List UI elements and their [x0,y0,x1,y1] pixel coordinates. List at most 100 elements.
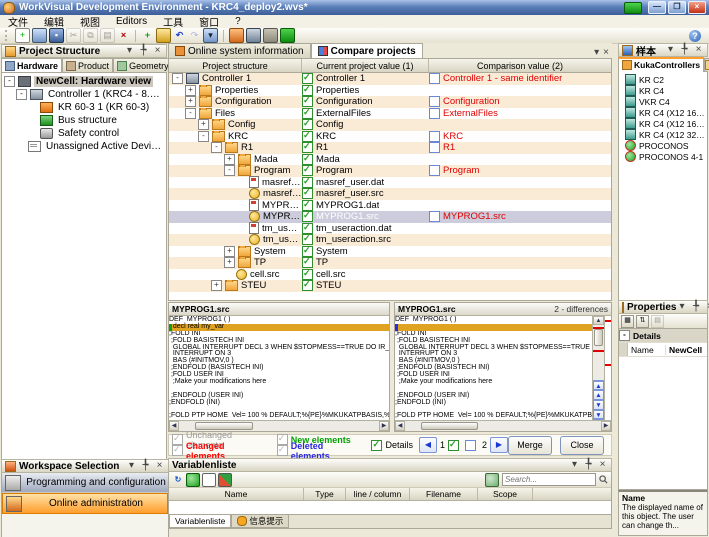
checkbox-checked-icon[interactable] [302,165,313,176]
table-row[interactable]: +System System [169,246,611,258]
menu-edit[interactable]: 编辑 [36,14,72,29]
scrollbar-thumb[interactable] [421,422,478,430]
menu-window[interactable]: 窗口 [191,14,227,29]
undo-icon[interactable]: ↶ [173,29,186,42]
chevron-down-icon[interactable]: ▾ [124,45,135,57]
run-icon[interactable] [186,473,200,487]
expand-icon[interactable]: + [224,257,235,268]
project2-checkbox[interactable] [465,440,476,451]
list-item[interactable]: KR C4 [619,85,707,96]
checkbox-unchecked-icon[interactable] [429,165,440,176]
table-row[interactable]: MYPROG1.dat MYPROG1.dat [169,200,611,212]
close-icon[interactable]: × [152,45,163,57]
checkbox-checked-icon[interactable] [302,280,313,291]
checkbox-checked-icon[interactable] [302,200,313,211]
checkbox-checked-icon[interactable] [302,119,313,130]
properties-group-row[interactable]: - Details [619,329,707,343]
open-project-icon[interactable] [32,28,47,43]
tab-compare-projects[interactable]: Compare projects [311,43,423,58]
expand-icon[interactable]: - [224,165,235,176]
paste-icon[interactable]: ▤ [100,28,115,43]
tab-other-catalog[interactable] [704,58,709,71]
tab-kukacontrollers[interactable]: KukaControllers [618,57,704,72]
tab-geometry[interactable]: Geometry [113,58,173,72]
expand-icon[interactable]: - [198,131,209,142]
expand-icon[interactable]: + [185,96,196,107]
tree-item-unassigned[interactable]: Unassigned Active Devices [2,140,166,153]
checkbox-checked-icon[interactable] [302,211,313,222]
chevron-down-icon[interactable]: ▾ [676,301,687,313]
scroll-right-icon[interactable]: ▶ [379,421,389,431]
pin-icon[interactable]: ╄ [679,44,690,56]
window-icon[interactable] [202,473,216,487]
checkbox-checked-icon[interactable] [302,234,313,245]
chevron-down-icon[interactable]: ▾ [665,44,676,56]
chevron-down-icon[interactable]: ▾ [594,47,599,58]
scrollbar-thumb[interactable] [594,329,603,345]
checkbox-checked-icon[interactable] [302,177,313,188]
table-row[interactable]: -Files ExternalFiles ExternalFiles [169,108,611,120]
property-row-name[interactable]: Name NewCell [619,343,707,357]
tree-item-robot[interactable]: KR 60-3 1 (KR 60-3) [2,101,166,114]
chevron-down-icon[interactable]: ▾ [126,460,137,472]
menu-editors[interactable]: Editors [108,16,155,27]
table-row[interactable]: tm_useraction.src tm_useraction.src [169,234,611,246]
restore-button[interactable]: ❐ [668,1,686,14]
checkbox-unchecked-icon[interactable] [429,108,440,119]
cut-icon[interactable]: ✂ [66,28,81,43]
expand-icon[interactable]: + [211,280,222,291]
tab-online-system-information[interactable]: Online system information [168,43,311,58]
checkbox-checked-icon[interactable] [302,246,313,257]
checkbox-checked-icon[interactable] [277,445,288,456]
list-item[interactable]: KR C4 (X12 16/16) [619,107,707,118]
menu-view[interactable]: 视图 [72,14,108,29]
checkbox-checked-icon[interactable] [302,85,313,96]
scroll-left-icon[interactable]: ◀ [395,421,405,431]
list-item[interactable]: KR C2 [619,74,707,85]
checkbox-checked-icon[interactable] [302,257,313,268]
list-item[interactable]: KR C4 (X12 16/16/4) [619,118,707,129]
property-value[interactable]: NewCell [666,345,702,355]
checkbox-unchecked-icon[interactable] [429,142,440,153]
diff-overview-ruler[interactable] [604,316,611,420]
connect-monitor-icon[interactable] [280,28,295,43]
new-project-icon[interactable]: + [15,28,30,43]
last-difference-button[interactable]: ▼ [593,410,604,420]
checkbox-checked-icon[interactable] [302,73,313,84]
expand-icon[interactable]: - [4,76,15,87]
close-icon[interactable]: × [693,44,704,56]
first-difference-button[interactable]: ▲ [593,380,604,390]
expand-icon[interactable]: + [224,154,235,165]
close-icon[interactable]: × [603,47,609,58]
details-checkbox[interactable] [371,440,382,451]
table-row[interactable]: +Properties Properties [169,85,611,97]
scroll-left-icon[interactable]: ◀ [169,421,179,431]
search-icon[interactable] [599,475,608,484]
menu-file[interactable]: 文件 [0,14,36,29]
variables-table-body[interactable] [169,501,611,514]
expand-icon[interactable]: - [619,330,630,341]
chevron-down-icon[interactable]: ▾ [569,459,580,471]
checkbox-checked-icon[interactable] [302,96,313,107]
tab-product[interactable]: Product [62,58,113,72]
tab-hardware[interactable]: Hardware [1,58,62,72]
expand-icon[interactable]: + [198,119,209,130]
tree-item-bus[interactable]: Bus structure [2,114,166,127]
scroll-up-icon[interactable]: ▲ [593,316,604,325]
scroll-right-icon[interactable]: ▶ [601,421,611,431]
table-row[interactable]: tm_useraction.dat tm_useraction.dat [169,223,611,235]
export-dropdown-icon[interactable]: ▾ [203,28,218,43]
search-input[interactable] [502,473,596,486]
checkbox-checked-icon[interactable] [302,131,313,142]
table-row[interactable]: +Config Config [169,119,611,131]
tree-item-controller[interactable]: - Controller 1 (KRC4 - 8.2.12) [2,88,166,101]
help-icon[interactable]: ? [689,30,701,42]
project1-checkbox[interactable] [448,440,459,451]
expand-icon[interactable]: + [224,246,235,257]
close-button[interactable]: Close [560,436,604,455]
close-button[interactable]: × [688,1,706,14]
save-icon[interactable]: ▪ [49,28,64,43]
expand-icon[interactable]: - [185,108,196,119]
checkbox-checked-icon[interactable] [302,269,313,280]
checkbox-checked-icon[interactable] [172,445,183,456]
